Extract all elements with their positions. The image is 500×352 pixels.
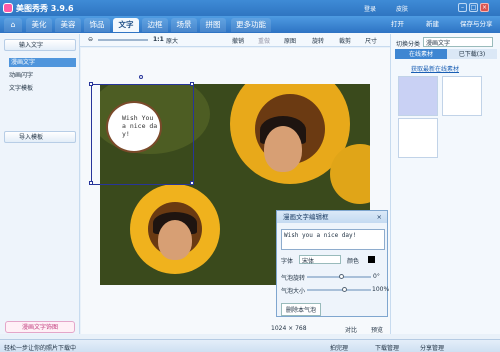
status-tip: 轻松一步让你的照片下载中: [4, 345, 77, 352]
delete-bubble-button[interactable]: 删除本气泡: [281, 303, 322, 316]
sidebar-item-comic-text[interactable]: 漫画文字: [9, 58, 76, 67]
material-thumbnail[interactable]: [398, 76, 438, 116]
bubble-text-line: Wish You: [122, 114, 154, 122]
resize-handle[interactable]: [89, 82, 93, 86]
material-thumbnail[interactable]: [398, 118, 438, 158]
skin-link[interactable]: 皮肤: [396, 4, 408, 13]
resize-handle[interactable]: [190, 82, 194, 86]
downloads-link[interactable]: 下载管理: [375, 343, 399, 352]
tab-face[interactable]: 美容: [55, 18, 81, 32]
reset-button[interactable]: 原图: [284, 36, 296, 45]
input-text-button[interactable]: 输入文字: [4, 39, 76, 51]
font-select[interactable]: 宋体: [299, 255, 341, 265]
tab-frame[interactable]: 边框: [142, 18, 168, 32]
status-bar: 轻松一步让你的照片下载中 拍完理 下载管理 分享管理: [0, 339, 500, 352]
resize-handle[interactable]: [190, 181, 194, 185]
comic-text-diy-button[interactable]: 漫画文字饰图: [5, 321, 75, 333]
title-bar: 美图秀秀 3.9.6 登录 皮肤 – □ ×: [0, 0, 500, 16]
crop-button[interactable]: 裁剪: [339, 36, 351, 45]
resize-handle[interactable]: [89, 181, 93, 185]
redo-button[interactable]: 重做: [258, 36, 270, 45]
size-value: 100%: [372, 286, 390, 293]
zoom-ratio[interactable]: 1:1: [153, 36, 164, 43]
favorites-link[interactable]: 拍完理: [330, 343, 348, 352]
close-icon[interactable]: ×: [480, 3, 489, 12]
menu-bar: ⌂ 美化 美容 饰品 文字 边框 场景 拼图 更多功能 打开 新建 保存与分享: [0, 16, 500, 33]
open-button[interactable]: 打开: [391, 18, 404, 31]
girl-right-face: [264, 126, 302, 172]
tab-collage[interactable]: 拼图: [200, 18, 226, 32]
tab-online-materials[interactable]: 在线素材: [395, 49, 447, 59]
app-title: 美图秀秀 3.9.6: [16, 4, 74, 13]
tab-decor[interactable]: 饰品: [84, 18, 110, 32]
preview-button[interactable]: 预览: [371, 325, 383, 334]
get-latest-materials-link[interactable]: 获取最新在线素材: [411, 64, 459, 73]
more-features-button[interactable]: 更多功能: [231, 18, 271, 32]
font-label: 字体: [281, 258, 294, 265]
resize-button[interactable]: 尺寸: [365, 36, 377, 45]
tab-beautify[interactable]: 美化: [26, 18, 52, 32]
sidebar-item-animated-text[interactable]: 动画闪字: [9, 71, 76, 80]
new-button[interactable]: 新建: [426, 18, 439, 31]
rotate-button[interactable]: 旋转: [312, 36, 324, 45]
size-label: 气泡大小: [281, 288, 306, 295]
close-icon[interactable]: ×: [377, 211, 382, 223]
maximize-icon[interactable]: □: [469, 3, 478, 12]
original-size-button[interactable]: 原大: [166, 36, 178, 45]
bubble-text-line: y!: [122, 130, 130, 138]
size-slider[interactable]: [307, 287, 371, 292]
color-label: 颜色: [347, 258, 360, 265]
import-template-button[interactable]: 导入模板: [4, 131, 76, 143]
right-panel: 切换分类 漫画文字 在线素材 已下载(3) 获取最新在线素材: [390, 34, 500, 334]
login-link[interactable]: 登录: [364, 4, 376, 13]
minimize-icon[interactable]: –: [458, 3, 467, 12]
tab-scene[interactable]: 场景: [171, 18, 197, 32]
left-panel: 输入文字 漫画文字 动画闪字 文字模板 导入模板: [0, 34, 80, 334]
compare-button[interactable]: 对比: [345, 325, 357, 334]
bubble-text-line: a nice da: [122, 122, 158, 130]
home-icon[interactable]: ⌂: [4, 18, 22, 32]
size-knob[interactable]: [342, 287, 348, 292]
rotate-label: 气泡旋转: [281, 275, 306, 282]
girl-left-face: [158, 220, 192, 260]
dialog-title: 漫画文字编辑框 ×: [277, 211, 387, 223]
tab-text[interactable]: 文字: [113, 18, 139, 32]
category-label: 切换分类: [396, 41, 421, 48]
rotate-value: 0°: [373, 273, 380, 280]
share-link[interactable]: 分享管理: [420, 343, 444, 352]
bubble-text-input[interactable]: Wish you a nice day!: [281, 229, 385, 250]
category-select[interactable]: 漫画文字: [423, 37, 493, 47]
zoom-out-icon[interactable]: ⊖: [88, 36, 93, 43]
save-share-button[interactable]: 保存与分享: [460, 18, 493, 31]
app-logo-icon: [3, 3, 13, 13]
rotate-handle[interactable]: [139, 75, 143, 79]
material-thumbnail[interactable]: [442, 76, 482, 116]
rotate-knob[interactable]: [339, 274, 344, 279]
image-dimensions: 1024 × 768: [271, 325, 307, 332]
tab-downloaded[interactable]: 已下载(3): [447, 49, 497, 59]
color-swatch[interactable]: [368, 256, 375, 263]
sidebar-item-text-template[interactable]: 文字模板: [9, 84, 76, 93]
comic-text-editor-dialog: 漫画文字编辑框 × Wish you a nice day! 字体 宋体 颜色 气…: [276, 210, 390, 317]
zoom-slider[interactable]: [98, 39, 148, 41]
dialog-title-text: 漫画文字编辑框: [283, 213, 329, 221]
speech-bubble[interactable]: Wish You a nice da y!: [106, 101, 162, 153]
rotate-slider[interactable]: [307, 274, 371, 279]
undo-button[interactable]: 撤销: [232, 36, 244, 45]
